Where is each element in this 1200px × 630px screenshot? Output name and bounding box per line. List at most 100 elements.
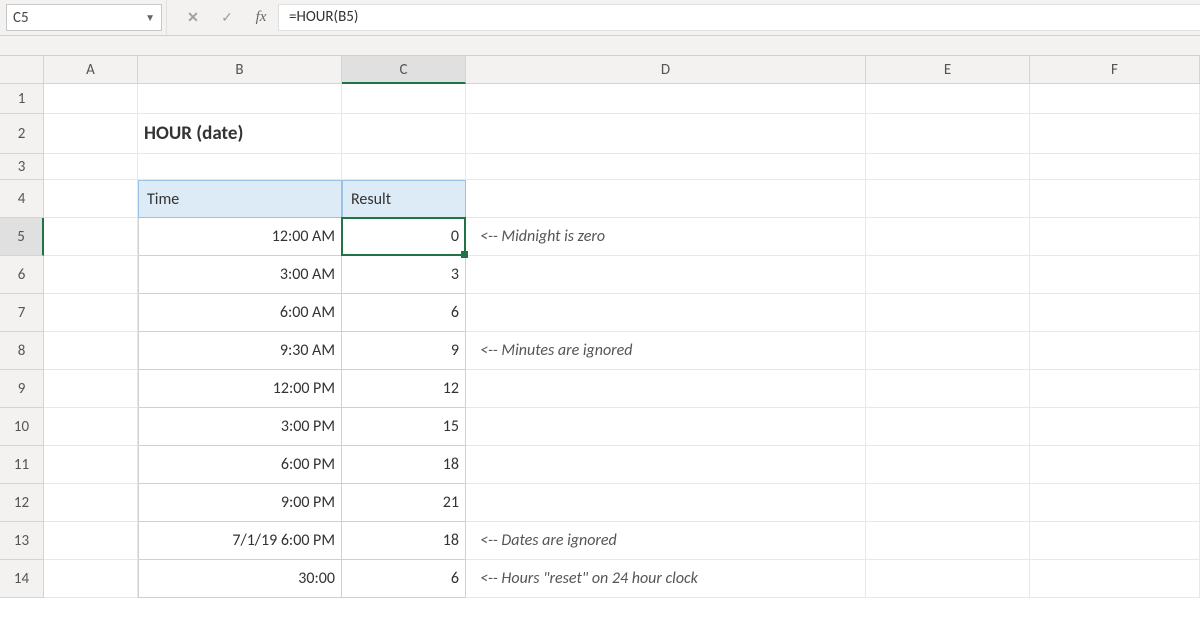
cell-A3[interactable] bbox=[44, 154, 138, 180]
cell-D4[interactable] bbox=[466, 180, 866, 218]
row-header-14[interactable]: 14 bbox=[0, 560, 44, 598]
row-header-1[interactable]: 1 bbox=[0, 84, 44, 114]
row-header-10[interactable]: 10 bbox=[0, 408, 44, 446]
row-header-11[interactable]: 11 bbox=[0, 446, 44, 484]
cell-result[interactable]: 6 bbox=[342, 294, 466, 332]
cell-time[interactable]: 9:30 AM bbox=[138, 332, 342, 370]
row-header-13[interactable]: 13 bbox=[0, 522, 44, 560]
cell-result[interactable]: 15 bbox=[342, 408, 466, 446]
fx-button[interactable]: fx bbox=[244, 0, 278, 35]
cell-time[interactable]: 3:00 AM bbox=[138, 256, 342, 294]
cell-F9[interactable] bbox=[1030, 370, 1200, 408]
cell-D3[interactable] bbox=[466, 154, 866, 180]
cell-A5[interactable] bbox=[44, 218, 138, 256]
enter-button[interactable]: ✓ bbox=[210, 0, 244, 35]
row-header-6[interactable]: 6 bbox=[0, 256, 44, 294]
cell-E12[interactable] bbox=[866, 484, 1030, 522]
cell-A4[interactable] bbox=[44, 180, 138, 218]
cell-C3[interactable] bbox=[342, 154, 466, 180]
cell-F7[interactable] bbox=[1030, 294, 1200, 332]
cell-B1[interactable] bbox=[138, 84, 342, 114]
cell-time[interactable]: 12:00 PM bbox=[138, 370, 342, 408]
cell-F14[interactable] bbox=[1030, 560, 1200, 598]
cell-result[interactable]: 3 bbox=[342, 256, 466, 294]
cell-A6[interactable] bbox=[44, 256, 138, 294]
cell-A14[interactable] bbox=[44, 560, 138, 598]
col-header-E[interactable]: E bbox=[866, 56, 1030, 84]
cancel-button[interactable]: ✕ bbox=[176, 0, 210, 35]
cell-A13[interactable] bbox=[44, 522, 138, 560]
cell-note[interactable]: <-- Dates are ignored bbox=[466, 522, 866, 560]
cell-E14[interactable] bbox=[866, 560, 1030, 598]
cell-E1[interactable] bbox=[866, 84, 1030, 114]
row-header-3[interactable]: 3 bbox=[0, 154, 44, 180]
cell-time[interactable]: 12:00 AM bbox=[138, 218, 342, 256]
cell-D2[interactable] bbox=[466, 114, 866, 154]
row-header-8[interactable]: 8 bbox=[0, 332, 44, 370]
cell-note[interactable]: <-- Minutes are ignored bbox=[466, 332, 866, 370]
cell-result[interactable]: 0 bbox=[342, 218, 466, 256]
cell-E7[interactable] bbox=[866, 294, 1030, 332]
row-header-12[interactable]: 12 bbox=[0, 484, 44, 522]
cell-A10[interactable] bbox=[44, 408, 138, 446]
cell-F4[interactable] bbox=[1030, 180, 1200, 218]
cell-A11[interactable] bbox=[44, 446, 138, 484]
cell-A7[interactable] bbox=[44, 294, 138, 332]
cell-E2[interactable] bbox=[866, 114, 1030, 154]
cell-A12[interactable] bbox=[44, 484, 138, 522]
cell-A8[interactable] bbox=[44, 332, 138, 370]
cell-F12[interactable] bbox=[1030, 484, 1200, 522]
cell-note[interactable]: <-- Midnight is zero bbox=[466, 218, 866, 256]
cell-F2[interactable] bbox=[1030, 114, 1200, 154]
col-header-A[interactable]: A bbox=[44, 56, 138, 84]
cell-note[interactable] bbox=[466, 484, 866, 522]
cell-C1[interactable] bbox=[342, 84, 466, 114]
cell-note[interactable] bbox=[466, 370, 866, 408]
header-time[interactable]: Time bbox=[138, 180, 342, 218]
row-header-2[interactable]: 2 bbox=[0, 114, 44, 154]
cell-F13[interactable] bbox=[1030, 522, 1200, 560]
cell-A1[interactable] bbox=[44, 84, 138, 114]
cell-time[interactable]: 30:00 bbox=[138, 560, 342, 598]
cell-E9[interactable] bbox=[866, 370, 1030, 408]
cell-E11[interactable] bbox=[866, 446, 1030, 484]
col-header-B[interactable]: B bbox=[138, 56, 342, 84]
cell-note[interactable] bbox=[466, 294, 866, 332]
cell-F8[interactable] bbox=[1030, 332, 1200, 370]
dropdown-icon[interactable]: ▼ bbox=[145, 11, 155, 24]
cell-result[interactable]: 9 bbox=[342, 332, 466, 370]
cell-E4[interactable] bbox=[866, 180, 1030, 218]
cell-note[interactable]: <-- Hours "reset" on 24 hour clock bbox=[466, 560, 866, 598]
cell-result[interactable]: 18 bbox=[342, 446, 466, 484]
cell-result[interactable]: 18 bbox=[342, 522, 466, 560]
cell-A2[interactable] bbox=[44, 114, 138, 154]
cell-E6[interactable] bbox=[866, 256, 1030, 294]
cell-E10[interactable] bbox=[866, 408, 1030, 446]
cell-E3[interactable] bbox=[866, 154, 1030, 180]
cell-B3[interactable] bbox=[138, 154, 342, 180]
col-header-C[interactable]: C bbox=[342, 56, 466, 84]
col-header-F[interactable]: F bbox=[1030, 56, 1200, 84]
cell-F10[interactable] bbox=[1030, 408, 1200, 446]
cell-result[interactable]: 6 bbox=[342, 560, 466, 598]
cell-C2[interactable] bbox=[342, 114, 466, 154]
formula-input[interactable]: =HOUR(B5) bbox=[278, 4, 1200, 31]
cell-A9[interactable] bbox=[44, 370, 138, 408]
cell-result[interactable]: 12 bbox=[342, 370, 466, 408]
select-all-corner[interactable] bbox=[0, 56, 44, 84]
cell-time[interactable]: 6:00 PM bbox=[138, 446, 342, 484]
cell-F11[interactable] bbox=[1030, 446, 1200, 484]
cell-time[interactable]: 3:00 PM bbox=[138, 408, 342, 446]
cell-F5[interactable] bbox=[1030, 218, 1200, 256]
cell-E5[interactable] bbox=[866, 218, 1030, 256]
worksheet[interactable]: ABCDEF12HOUR (date)34TimeResult512:00 AM… bbox=[0, 56, 1200, 598]
cell-time[interactable]: 7/1/19 6:00 PM bbox=[138, 522, 342, 560]
page-title[interactable]: HOUR (date) bbox=[138, 114, 342, 154]
cell-note[interactable] bbox=[466, 408, 866, 446]
col-header-D[interactable]: D bbox=[466, 56, 866, 84]
cell-E8[interactable] bbox=[866, 332, 1030, 370]
cell-D1[interactable] bbox=[466, 84, 866, 114]
row-header-9[interactable]: 9 bbox=[0, 370, 44, 408]
cell-F1[interactable] bbox=[1030, 84, 1200, 114]
cell-F6[interactable] bbox=[1030, 256, 1200, 294]
